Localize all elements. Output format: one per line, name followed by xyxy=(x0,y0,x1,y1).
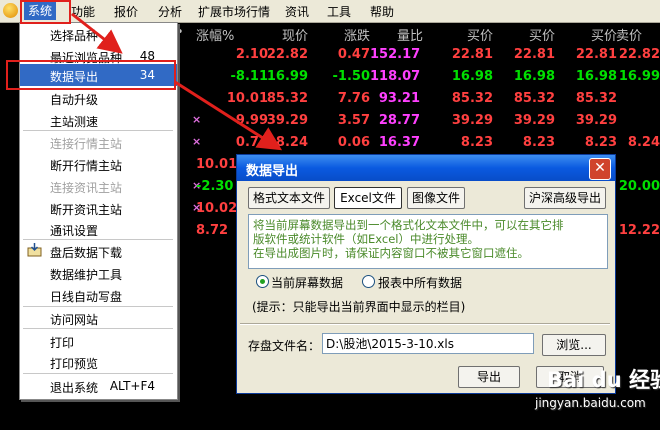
radio-all-report-data[interactable] xyxy=(362,275,375,288)
watermark-logo-text: Bai du 经验 xyxy=(547,368,660,392)
baidu-jingyan-watermark: Bai du 经验 jingyan.baidu.com xyxy=(535,366,660,424)
file-name-input[interactable]: D:\股池\2015-3-10.xls xyxy=(322,333,534,354)
dialog-title: 数据导出 xyxy=(246,164,299,179)
watermark-url: jingyan.baidu.com xyxy=(535,396,646,410)
tab-image-file[interactable]: 图像文件 xyxy=(407,187,465,209)
info-line-2: 版软件或统计软件（如Excel）中进行处理。 xyxy=(253,232,479,246)
file-name-label: 存盘文件名： xyxy=(248,339,321,353)
browse-button[interactable]: 浏览... xyxy=(542,334,606,356)
dialog-title-bar[interactable]: 数据导出 ✕ xyxy=(237,155,615,181)
radio-all-report-data-label[interactable]: 报表中所有数据 xyxy=(378,274,462,291)
export-info-text: 将当前屏幕数据导出到一个格式化文本文件中，可以在其它排 版软件或统计软件（如Ex… xyxy=(248,214,608,269)
radio-current-screen-label[interactable]: 当前屏幕数据 xyxy=(271,274,343,291)
close-icon[interactable]: ✕ xyxy=(589,158,611,180)
export-hint: (提示：只能导出当前界面中显示的栏目) xyxy=(252,300,466,314)
info-line-1: 将当前屏幕数据导出到一个格式化文本文件中，可以在其它排 xyxy=(253,218,564,232)
radio-current-screen[interactable] xyxy=(256,275,269,288)
tab-text-file[interactable]: 格式文本文件 xyxy=(248,187,330,209)
shanghai-shenzhen-advanced-export-button[interactable]: 沪深高级导出 xyxy=(524,187,606,209)
tab-excel-file[interactable]: Excel文件 xyxy=(334,187,402,209)
export-button[interactable]: 导出 xyxy=(458,366,520,388)
info-line-3: 在导出成图片时，请保证内容窗口不被其它窗口遮住。 xyxy=(253,246,529,260)
dialog-divider xyxy=(240,323,610,325)
